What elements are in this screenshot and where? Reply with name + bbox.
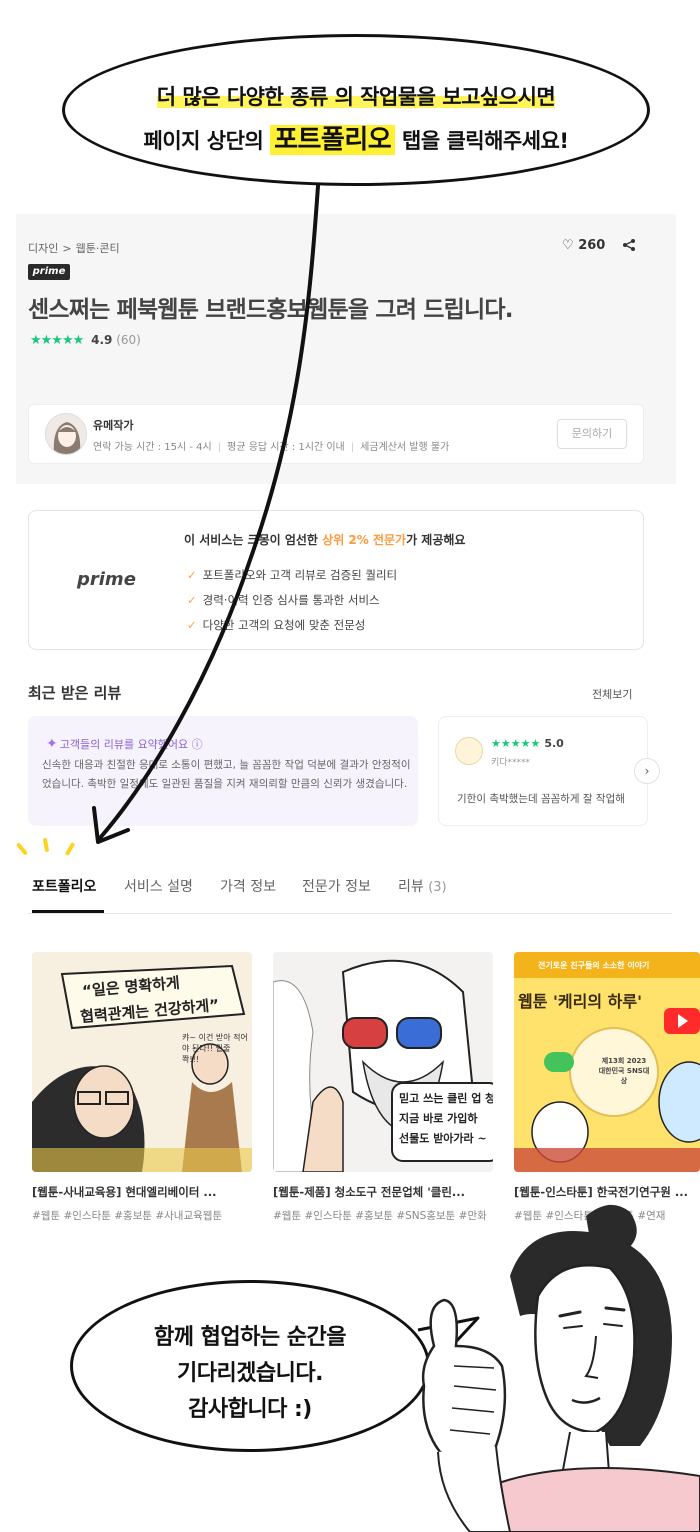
bubble-bottom-line3: 감사합니다 :): [188, 1397, 312, 1422]
bubble-bottom-line2: 기다리겠습니다.: [176, 1361, 324, 1386]
speech-bubble-bottom: 함께 협업하는 순간을 기다리겠습니다. 감사합니다 :): [70, 1280, 430, 1452]
illustrated-woman-thumbs-up-icon: [421, 1204, 700, 1532]
bubble-bottom-line1: 함께 협업하는 순간을: [154, 1325, 346, 1350]
